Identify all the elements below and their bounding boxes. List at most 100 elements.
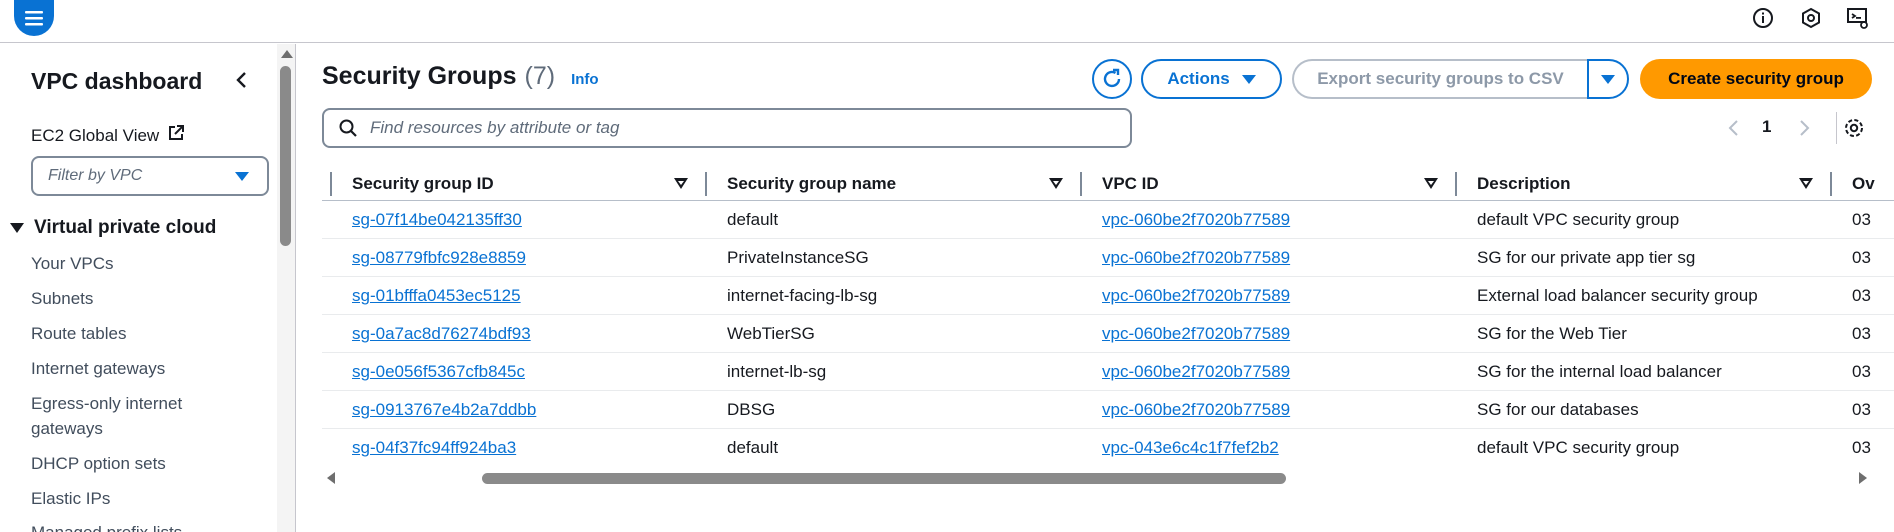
description: default VPC security group — [1477, 438, 1680, 457]
info-circle-icon[interactable] — [1750, 5, 1776, 31]
sidebar-item-egress-only-internet-gateways[interactable]: Egress-only internet gateways — [31, 391, 201, 441]
security-group-name: DBSG — [727, 400, 776, 419]
filter-by-vpc-placeholder: Filter by VPC — [48, 167, 143, 184]
owner: 03 — [1852, 286, 1871, 305]
collapse-sidebar-icon[interactable] — [232, 70, 252, 90]
search-icon — [339, 119, 357, 137]
create-security-group-button[interactable]: Create security group — [1640, 59, 1872, 99]
notifications-icon[interactable] — [1798, 5, 1824, 31]
column-header-security-group-name[interactable]: Security group name — [727, 166, 896, 201]
description: SG for our databases — [1477, 400, 1639, 419]
table-row: sg-04f37fc94ff924ba3 default vpc-043e6c4… — [322, 429, 1894, 467]
table-row: sg-0e056f5367cfb845c internet-lb-sg vpc-… — [322, 353, 1894, 391]
next-page-icon[interactable] — [1796, 118, 1812, 138]
security-group-id-link[interactable]: sg-08779fbfc928e8859 — [352, 239, 526, 277]
column-divider[interactable] — [1830, 172, 1832, 196]
external-link-icon — [167, 124, 185, 147]
owner: 03 — [1852, 210, 1871, 229]
cloudshell-icon[interactable] — [1845, 5, 1871, 31]
caret-down-icon — [235, 172, 249, 181]
section-title: Virtual private cloud — [34, 217, 217, 238]
vpc-id-link[interactable]: vpc-060be2f7020b77589 — [1102, 201, 1290, 239]
sidebar-divider — [295, 44, 296, 532]
column-divider[interactable] — [330, 172, 332, 196]
pagination-divider — [1836, 112, 1837, 144]
section-virtual-private-cloud[interactable]: Virtual private cloud — [10, 217, 216, 239]
vpc-id-link[interactable]: vpc-060be2f7020b77589 — [1102, 277, 1290, 315]
refresh-button[interactable] — [1092, 59, 1132, 99]
sidebar-item-internet-gateways[interactable]: Internet gateways — [31, 356, 231, 381]
filter-by-vpc-select[interactable]: Filter by VPC — [31, 156, 269, 196]
owner: 03 — [1852, 248, 1871, 267]
security-group-id-link[interactable]: sg-0913767e4b2a7ddbb — [352, 391, 536, 429]
table-row: sg-08779fbfc928e8859 PrivateInstanceSG v… — [322, 239, 1894, 277]
sidebar-item-managed-prefix-lists[interactable]: Managed prefix lists — [31, 520, 231, 532]
ec2-global-view-link[interactable]: EC2 Global View — [31, 124, 185, 147]
page-title-text: Security Groups — [322, 62, 517, 90]
sidebar-scrollbar-thumb[interactable] — [280, 66, 291, 246]
top-navigation-bar — [0, 0, 1894, 43]
caret-down-icon — [10, 223, 24, 233]
security-group-name: default — [727, 210, 779, 229]
column-header-security-group-id[interactable]: Security group ID — [352, 166, 494, 201]
description: SG for the internal load balancer — [1477, 362, 1722, 381]
sidebar-item-dhcp-option-sets[interactable]: DHCP option sets — [31, 451, 231, 476]
info-link[interactable]: Info — [571, 71, 599, 88]
search-placeholder: Find resources by attribute or tag — [370, 118, 620, 137]
search-input[interactable]: Find resources by attribute or tag — [322, 108, 1132, 148]
vpc-id-link[interactable]: vpc-043e6c4c1f7fef2b2 — [1102, 429, 1279, 467]
column-divider[interactable] — [1455, 172, 1457, 196]
sort-icon[interactable] — [1799, 178, 1813, 189]
scroll-up-arrow-icon[interactable] — [281, 50, 293, 58]
column-header-description[interactable]: Description — [1477, 166, 1571, 201]
vpc-id-link[interactable]: vpc-060be2f7020b77589 — [1102, 391, 1290, 429]
sort-icon[interactable] — [674, 178, 688, 189]
ec2-global-view-label: EC2 Global View — [31, 125, 160, 145]
table-row: sg-0a7ac8d76274bdf93 WebTierSG vpc-060be… — [322, 315, 1894, 353]
actions-dropdown-button[interactable]: Actions — [1141, 59, 1282, 99]
sidebar-item-elastic-ips[interactable]: Elastic IPs — [31, 486, 231, 511]
page-title: Security Groups (7) Info — [322, 62, 599, 91]
vpc-id-link[interactable]: vpc-060be2f7020b77589 — [1102, 239, 1290, 277]
owner: 03 — [1852, 362, 1871, 381]
security-group-name: internet-lb-sg — [727, 362, 827, 381]
scroll-left-arrow-icon[interactable] — [327, 472, 335, 484]
security-group-id-link[interactable]: sg-04f37fc94ff924ba3 — [352, 429, 516, 467]
security-group-name: internet-facing-lb-sg — [727, 286, 878, 305]
current-page-number[interactable]: 1 — [1762, 117, 1771, 137]
sidebar-item-route-tables[interactable]: Route tables — [31, 321, 231, 346]
owner: 03 — [1852, 400, 1871, 419]
sort-icon[interactable] — [1049, 178, 1063, 189]
table-row: sg-07f14be042135ff30 default vpc-060be2f… — [322, 201, 1894, 239]
column-divider[interactable] — [705, 172, 707, 196]
export-dropdown-button[interactable] — [1587, 59, 1629, 99]
previous-page-icon[interactable] — [1726, 118, 1742, 138]
column-header-owner[interactable]: Ov — [1852, 166, 1875, 201]
security-group-id-link[interactable]: sg-07f14be042135ff30 — [352, 201, 522, 239]
description: SG for the Web Tier — [1477, 324, 1627, 343]
owner: 03 — [1852, 324, 1871, 343]
caret-down-icon — [1241, 74, 1256, 84]
scroll-right-arrow-icon[interactable] — [1859, 472, 1867, 484]
sort-icon[interactable] — [1424, 178, 1438, 189]
export-csv-button[interactable]: Export security groups to CSV — [1292, 59, 1587, 99]
security-group-id-link[interactable]: sg-0a7ac8d76274bdf93 — [352, 315, 531, 353]
column-divider[interactable] — [1080, 172, 1082, 196]
vpc-id-link[interactable]: vpc-060be2f7020b77589 — [1102, 353, 1290, 391]
menu-icon[interactable] — [14, 0, 54, 36]
sidebar-item-subnets[interactable]: Subnets — [31, 286, 231, 311]
sidebar-item-your-vpcs[interactable]: Your VPCs — [31, 251, 231, 276]
vpc-id-link[interactable]: vpc-060be2f7020b77589 — [1102, 315, 1290, 353]
table-row: sg-01bfffa0453ec5125 internet-facing-lb-… — [322, 277, 1894, 315]
security-group-name: PrivateInstanceSG — [727, 248, 869, 267]
table-horizontal-scrollbar-thumb[interactable] — [482, 473, 1286, 484]
table-row: sg-0913767e4b2a7ddbb DBSG vpc-060be2f702… — [322, 391, 1894, 429]
security-group-name: WebTierSG — [727, 324, 815, 343]
gear-icon[interactable] — [1842, 116, 1866, 140]
security-group-id-link[interactable]: sg-0e056f5367cfb845c — [352, 353, 525, 391]
security-group-name: default — [727, 438, 779, 457]
security-group-count: (7) — [524, 62, 556, 90]
sidebar-title[interactable]: VPC dashboard — [31, 68, 202, 95]
column-header-vpc-id[interactable]: VPC ID — [1102, 166, 1159, 201]
security-group-id-link[interactable]: sg-01bfffa0453ec5125 — [352, 277, 521, 315]
